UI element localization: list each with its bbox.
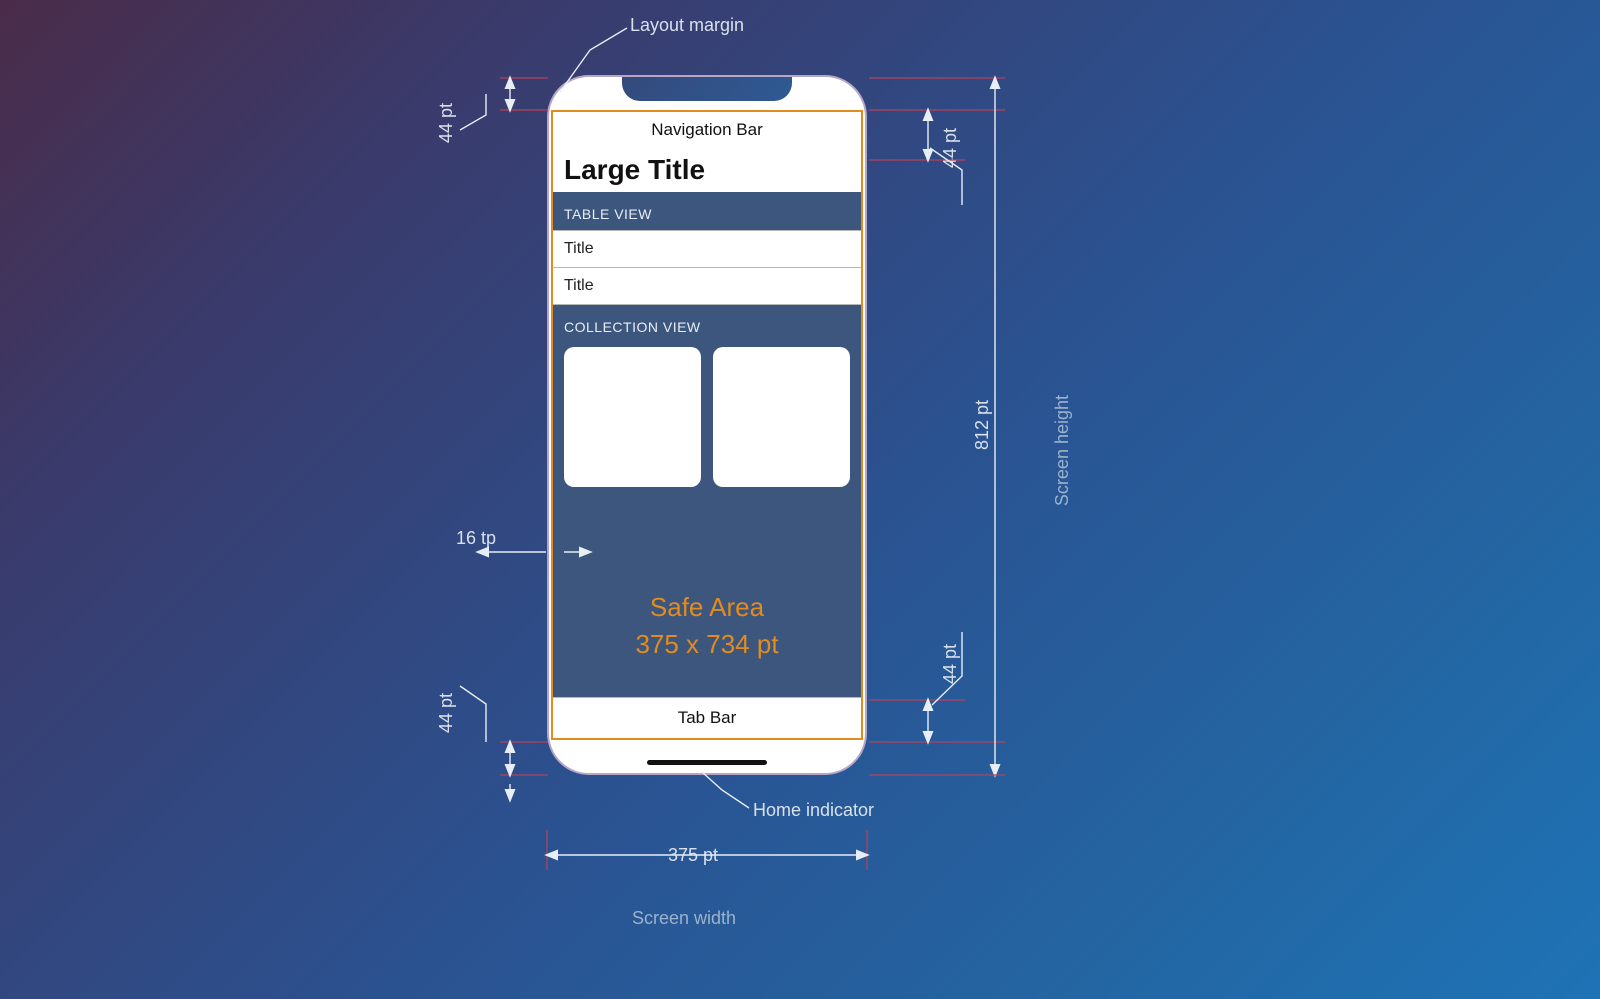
table-cell-title: Title	[564, 240, 594, 258]
tab-bar: Tab Bar	[553, 697, 861, 738]
notch	[622, 77, 792, 101]
screen-width-label: Screen width	[632, 908, 736, 929]
collection-card	[713, 347, 850, 487]
dim-home-indicator-height: 44 pt	[436, 693, 457, 733]
collection-card	[564, 347, 701, 487]
phone-frame: 9:41 Navigation Bar Large Title	[547, 75, 867, 775]
dim-tab-bar-height: 44 pt	[940, 644, 961, 684]
collection-view	[553, 343, 861, 487]
navigation-bar-label: Navigation Bar	[651, 120, 763, 140]
safe-area-label: Safe Area 375 x 734 pt	[553, 589, 861, 662]
navigation-bar: Navigation Bar	[553, 112, 861, 149]
large-title-text: Large Title	[564, 154, 705, 186]
collection-section-header: COLLECTION VIEW	[553, 305, 861, 343]
table-view: Title Title	[553, 230, 861, 305]
dim-status-height-left: 44 pt	[436, 103, 457, 143]
diagram-stage: 9:41 Navigation Bar Large Title	[0, 0, 1600, 999]
home-indicator	[647, 760, 767, 765]
tab-bar-label: Tab Bar	[678, 708, 737, 728]
table-row: Title	[553, 231, 861, 267]
table-section-header: TABLE VIEW	[553, 192, 861, 230]
screen-height-label: Screen height	[1052, 395, 1073, 506]
dim-nav-height: 44 pt	[940, 128, 961, 168]
dim-layout-margin: 16 tp	[456, 528, 496, 549]
status-bar: 9:41	[549, 77, 865, 111]
safe-area-dimensions: 375 x 734 pt	[553, 626, 861, 662]
dim-screen-width: 375 pt	[668, 845, 718, 866]
status-indicators-icon	[793, 87, 845, 102]
table-row: Title	[553, 267, 861, 304]
safe-area-title: Safe Area	[553, 589, 861, 625]
status-time: 9:41	[577, 87, 605, 103]
layout-margin-label: Layout margin	[630, 15, 744, 36]
large-title: Large Title	[553, 148, 861, 192]
content-body: TABLE VIEW Title Title COLLECTION VIEW S…	[553, 192, 861, 698]
home-indicator-label: Home indicator	[753, 800, 874, 821]
table-cell-title: Title	[564, 277, 594, 295]
dim-screen-height: 812 pt	[972, 400, 993, 450]
